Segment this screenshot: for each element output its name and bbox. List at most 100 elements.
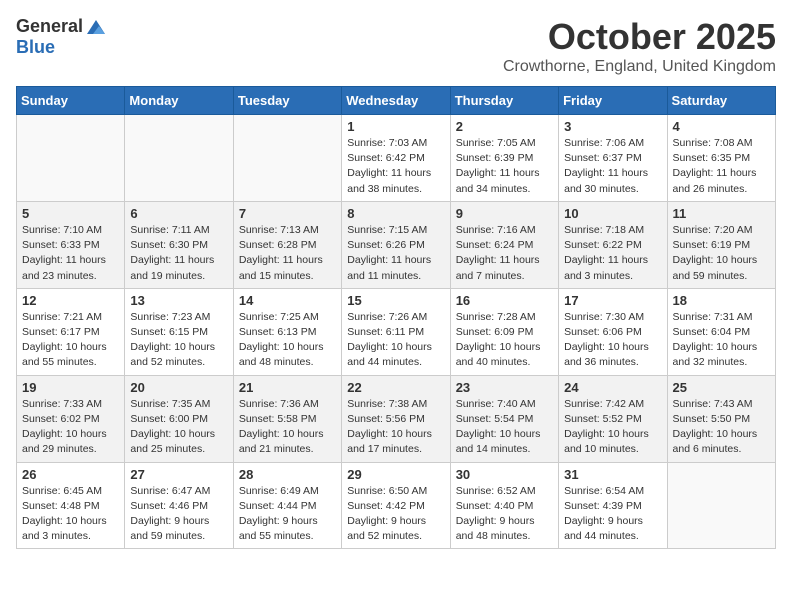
weekday-header-wednesday: Wednesday: [342, 87, 450, 115]
day-number: 16: [456, 293, 553, 308]
day-info: Sunrise: 7:16 AM Sunset: 6:24 PM Dayligh…: [456, 223, 553, 284]
weekday-header-monday: Monday: [125, 87, 233, 115]
calendar-cell: 7 Sunrise: 7:13 AM Sunset: 6:28 PM Daylig…: [233, 201, 341, 288]
title-location: Crowthorne, England, United Kingdom: [503, 58, 776, 76]
calendar-cell: 28Sunrise: 6:49 AM Sunset: 4:44 PM Dayli…: [233, 462, 341, 549]
day-number: 21: [239, 380, 336, 395]
day-info: Sunrise: 7:06 AM Sunset: 6:37 PM Dayligh…: [564, 136, 661, 197]
day-number: 31: [564, 467, 661, 482]
day-info: Sunrise: 7:10 AM Sunset: 6:33 PM Dayligh…: [22, 223, 119, 284]
day-info: Sunrise: 7:13 AM Sunset: 6:28 PM Dayligh…: [239, 223, 336, 284]
page-header: General Blue October 2025 Crowthorne, En…: [16, 16, 776, 76]
calendar-cell: 11 Sunrise: 7:20 AM Sunset: 6:19 PM Dayli…: [667, 201, 775, 288]
day-number: 12: [22, 293, 119, 308]
calendar-cell: 31 Sunrise: 6:54 AM Sunset: 4:39 PM Dayli…: [559, 462, 667, 549]
calendar-cell: 23Sunrise: 7:40 AM Sunset: 5:54 PM Dayli…: [450, 375, 558, 462]
day-info: Sunrise: 7:31 AM Sunset: 6:04 PM Dayligh…: [673, 310, 770, 371]
day-info: Sunrise: 6:45 AM Sunset: 4:48 PM Dayligh…: [22, 484, 119, 545]
calendar-cell: 30 Sunrise: 6:52 AM Sunset: 4:40 PM Dayli…: [450, 462, 558, 549]
calendar-table: SundayMondayTuesdayWednesdayThursdayFrid…: [16, 86, 776, 549]
calendar-week-row: 1 Sunrise: 7:03 AM Sunset: 6:42 PM Daylig…: [17, 115, 776, 202]
day-info: Sunrise: 7:11 AM Sunset: 6:30 PM Dayligh…: [130, 223, 227, 284]
day-number: 17: [564, 293, 661, 308]
day-number: 27: [130, 467, 227, 482]
day-info: Sunrise: 7:25 AM Sunset: 6:13 PM Dayligh…: [239, 310, 336, 371]
day-number: 11: [673, 206, 770, 221]
day-number: 4: [673, 119, 770, 134]
weekday-header-thursday: Thursday: [450, 87, 558, 115]
day-info: Sunrise: 7:15 AM Sunset: 6:26 PM Dayligh…: [347, 223, 444, 284]
logo: General Blue: [16, 16, 107, 58]
day-number: 20: [130, 380, 227, 395]
day-info: Sunrise: 7:28 AM Sunset: 6:09 PM Dayligh…: [456, 310, 553, 371]
day-info: Sunrise: 6:52 AM Sunset: 4:40 PM Dayligh…: [456, 484, 553, 545]
day-info: Sunrise: 6:50 AM Sunset: 4:42 PM Dayligh…: [347, 484, 444, 545]
logo-blue: Blue: [16, 37, 55, 57]
day-info: Sunrise: 7:08 AM Sunset: 6:35 PM Dayligh…: [673, 136, 770, 197]
day-number: 13: [130, 293, 227, 308]
calendar-week-row: 5 Sunrise: 7:10 AM Sunset: 6:33 PM Daylig…: [17, 201, 776, 288]
calendar-week-row: 12 Sunrise: 7:21 AM Sunset: 6:17 PM Dayli…: [17, 288, 776, 375]
calendar-cell: 9 Sunrise: 7:16 AM Sunset: 6:24 PM Daylig…: [450, 201, 558, 288]
day-info: Sunrise: 7:26 AM Sunset: 6:11 PM Dayligh…: [347, 310, 444, 371]
day-info: Sunrise: 7:35 AM Sunset: 6:00 PM Dayligh…: [130, 397, 227, 458]
calendar-cell: 18 Sunrise: 7:31 AM Sunset: 6:04 PM Dayli…: [667, 288, 775, 375]
day-info: Sunrise: 7:33 AM Sunset: 6:02 PM Dayligh…: [22, 397, 119, 458]
day-number: 14: [239, 293, 336, 308]
calendar-cell: 25Sunrise: 7:43 AM Sunset: 5:50 PM Dayli…: [667, 375, 775, 462]
calendar-cell: [17, 115, 125, 202]
day-info: Sunrise: 7:23 AM Sunset: 6:15 PM Dayligh…: [130, 310, 227, 371]
calendar-week-row: 26 Sunrise: 6:45 AM Sunset: 4:48 PM Dayli…: [17, 462, 776, 549]
day-info: Sunrise: 7:38 AM Sunset: 5:56 PM Dayligh…: [347, 397, 444, 458]
calendar-cell: 17 Sunrise: 7:30 AM Sunset: 6:06 PM Dayli…: [559, 288, 667, 375]
day-number: 3: [564, 119, 661, 134]
day-number: 10: [564, 206, 661, 221]
day-number: 1: [347, 119, 444, 134]
weekday-header-tuesday: Tuesday: [233, 87, 341, 115]
calendar-cell: [125, 115, 233, 202]
day-info: Sunrise: 7:18 AM Sunset: 6:22 PM Dayligh…: [564, 223, 661, 284]
day-info: Sunrise: 6:54 AM Sunset: 4:39 PM Dayligh…: [564, 484, 661, 545]
day-info: Sunrise: 7:21 AM Sunset: 6:17 PM Dayligh…: [22, 310, 119, 371]
calendar-cell: 4 Sunrise: 7:08 AM Sunset: 6:35 PM Daylig…: [667, 115, 775, 202]
calendar-cell: [233, 115, 341, 202]
day-number: 30: [456, 467, 553, 482]
calendar-cell: 20 Sunrise: 7:35 AM Sunset: 6:00 PM Dayli…: [125, 375, 233, 462]
day-number: 22: [347, 380, 444, 395]
calendar-cell: 5 Sunrise: 7:10 AM Sunset: 6:33 PM Daylig…: [17, 201, 125, 288]
day-info: Sunrise: 7:03 AM Sunset: 6:42 PM Dayligh…: [347, 136, 444, 197]
day-number: 29: [347, 467, 444, 482]
day-number: 18: [673, 293, 770, 308]
day-number: 26: [22, 467, 119, 482]
calendar-cell: 21Sunrise: 7:36 AM Sunset: 5:58 PM Dayli…: [233, 375, 341, 462]
weekday-header-row: SundayMondayTuesdayWednesdayThursdayFrid…: [17, 87, 776, 115]
logo-icon: [85, 16, 107, 38]
calendar-cell: 3 Sunrise: 7:06 AM Sunset: 6:37 PM Daylig…: [559, 115, 667, 202]
day-info: Sunrise: 7:30 AM Sunset: 6:06 PM Dayligh…: [564, 310, 661, 371]
calendar-cell: 8 Sunrise: 7:15 AM Sunset: 6:26 PM Daylig…: [342, 201, 450, 288]
day-number: 7: [239, 206, 336, 221]
calendar-cell: 2Sunrise: 7:05 AM Sunset: 6:39 PM Daylig…: [450, 115, 558, 202]
calendar-cell: 27 Sunrise: 6:47 AM Sunset: 4:46 PM Dayli…: [125, 462, 233, 549]
title-block: October 2025 Crowthorne, England, United…: [503, 16, 776, 76]
calendar-cell: 1 Sunrise: 7:03 AM Sunset: 6:42 PM Daylig…: [342, 115, 450, 202]
day-info: Sunrise: 6:47 AM Sunset: 4:46 PM Dayligh…: [130, 484, 227, 545]
day-number: 5: [22, 206, 119, 221]
day-info: Sunrise: 7:43 AM Sunset: 5:50 PM Dayligh…: [673, 397, 770, 458]
day-number: 2: [456, 119, 553, 134]
day-info: Sunrise: 7:40 AM Sunset: 5:54 PM Dayligh…: [456, 397, 553, 458]
day-number: 9: [456, 206, 553, 221]
title-month: October 2025: [503, 16, 776, 58]
day-info: Sunrise: 7:20 AM Sunset: 6:19 PM Dayligh…: [673, 223, 770, 284]
calendar-cell: 26 Sunrise: 6:45 AM Sunset: 4:48 PM Dayli…: [17, 462, 125, 549]
day-number: 8: [347, 206, 444, 221]
calendar-cell: 10 Sunrise: 7:18 AM Sunset: 6:22 PM Dayli…: [559, 201, 667, 288]
day-number: 15: [347, 293, 444, 308]
calendar-cell: [667, 462, 775, 549]
calendar-cell: 19Sunrise: 7:33 AM Sunset: 6:02 PM Dayli…: [17, 375, 125, 462]
day-number: 6: [130, 206, 227, 221]
weekday-header-saturday: Saturday: [667, 87, 775, 115]
calendar-cell: 6 Sunrise: 7:11 AM Sunset: 6:30 PM Daylig…: [125, 201, 233, 288]
logo-general: General: [16, 17, 83, 37]
calendar-cell: 13 Sunrise: 7:23 AM Sunset: 6:15 PM Dayli…: [125, 288, 233, 375]
